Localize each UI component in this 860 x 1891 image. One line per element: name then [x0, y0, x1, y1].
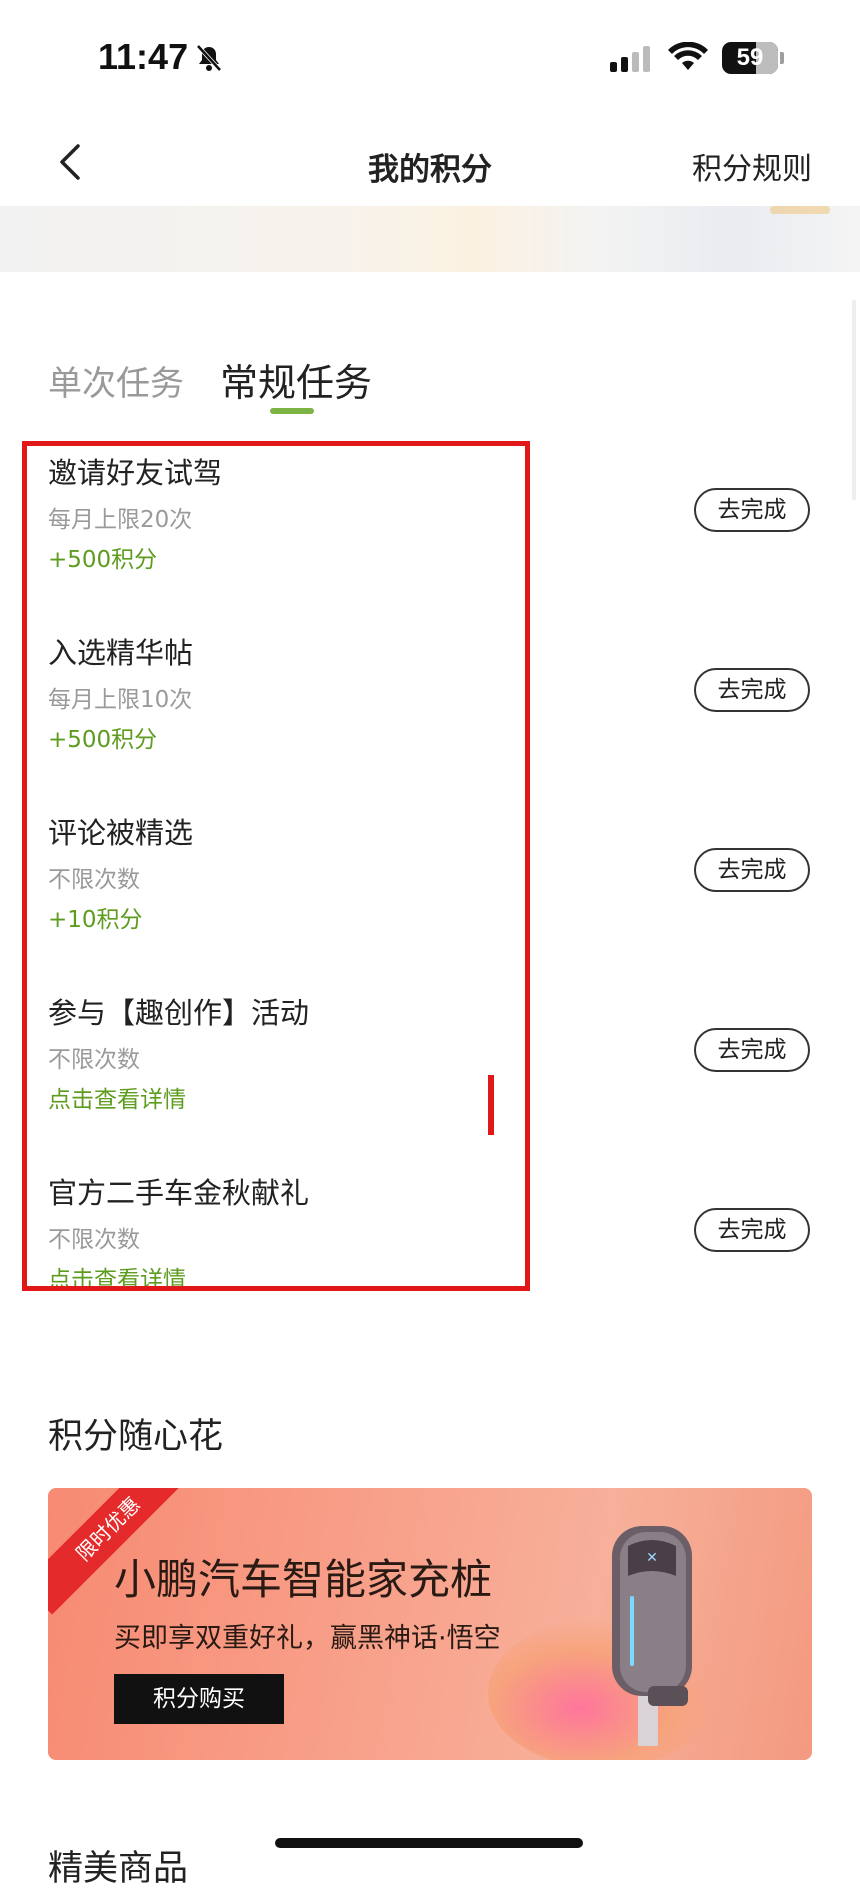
- home-charger-image: ✕: [612, 1526, 692, 1746]
- promo-subtitle: 买即享双重好礼，赢黑神话·悟空: [114, 1623, 501, 1654]
- promo-banner[interactable]: 限时优惠 小鹏汽车智能家充桩 买即享双重好礼，赢黑神话·悟空 积分购买 ✕: [48, 1488, 812, 1760]
- go-complete-button[interactable]: 去完成: [694, 1208, 810, 1252]
- tab-single-tasks[interactable]: 单次任务: [48, 356, 184, 405]
- wifi-icon: [668, 42, 708, 70]
- promo-title: 小鹏汽车智能家充桩: [114, 1555, 493, 1604]
- tab-regular-tasks[interactable]: 常规任务: [220, 352, 372, 407]
- annotation-marker: [488, 1075, 494, 1135]
- go-complete-button[interactable]: 去完成: [694, 668, 810, 712]
- battery-tip: [780, 52, 784, 64]
- battery-level: 59: [736, 44, 764, 71]
- home-indicator[interactable]: [275, 1838, 583, 1848]
- buy-with-points-button[interactable]: 积分购买: [114, 1674, 284, 1724]
- status-time: 11:47: [98, 36, 189, 77]
- bell-muted-icon: [196, 44, 222, 72]
- section-title-redeem: 积分随心花: [48, 1417, 224, 1457]
- highlight-box: [22, 441, 530, 1291]
- battery-indicator: 59: [722, 42, 778, 74]
- tab-active-indicator: [270, 408, 314, 414]
- go-complete-button[interactable]: 去完成: [694, 1028, 810, 1072]
- go-complete-button[interactable]: 去完成: [694, 488, 810, 532]
- go-complete-button[interactable]: 去完成: [694, 848, 810, 892]
- svg-text:✕: ✕: [646, 1550, 658, 1566]
- cellular-signal-icon: [610, 46, 654, 72]
- header-banner: [0, 206, 860, 272]
- points-rules-link[interactable]: 积分规则: [692, 144, 812, 188]
- section-title-products: 精美商品: [48, 1849, 189, 1889]
